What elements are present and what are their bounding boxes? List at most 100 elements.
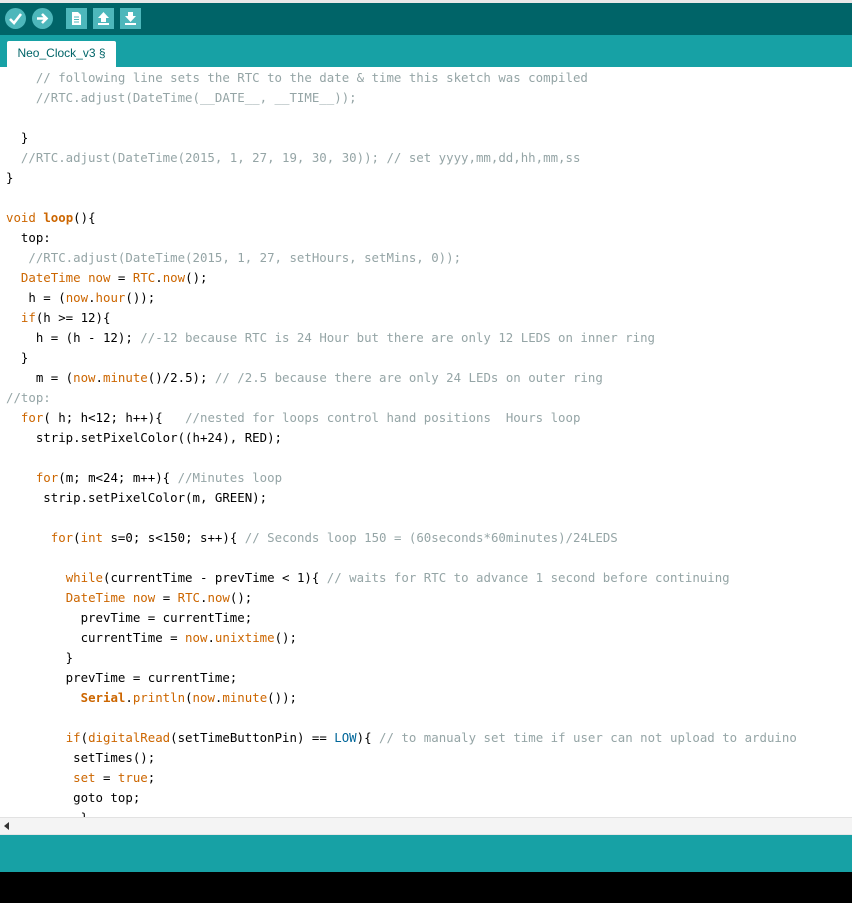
code-token: h = (: [6, 290, 66, 305]
code-token: =: [95, 770, 118, 785]
code-line: m = (now.minute()/2.5); // /2.5 because …: [6, 368, 603, 388]
code-token: .: [95, 370, 103, 385]
code-token: now: [73, 370, 96, 385]
code-token: //top:: [6, 390, 51, 405]
code-token: (: [73, 530, 81, 545]
code-token: RTC: [177, 590, 201, 605]
code-token: m = (: [6, 370, 74, 385]
code-token: now: [185, 630, 208, 645]
code-token: now: [132, 590, 156, 605]
code-line: DateTime now = RTC.now();: [6, 268, 208, 288]
code-token: now: [162, 270, 186, 285]
code-token: top:: [6, 230, 51, 245]
code-token: // Seconds loop 150 = (60seconds*60minut…: [244, 530, 618, 545]
code-line: Serial.println(now.minute());: [6, 688, 297, 708]
code-token: (: [80, 730, 89, 745]
code-token: (m; m<24; m++){: [58, 470, 178, 485]
code-line: while(currentTime - prevTime < 1){ // wa…: [6, 568, 730, 588]
arduino-ide-window: Neo_Clock_v3 § // following line sets th…: [0, 0, 852, 903]
upload-button[interactable]: [32, 8, 53, 29]
code-token: .: [155, 270, 163, 285]
code-token: LOW: [334, 730, 357, 745]
new-button[interactable]: [66, 8, 87, 29]
code-line: //top:: [6, 388, 51, 408]
code-line: //RTC.adjust(DateTime(__DATE__, __TIME__…: [6, 88, 357, 108]
code-editor[interactable]: // following line sets the RTC to the da…: [0, 67, 852, 817]
code-token: (currentTime - prevTime < 1){: [103, 570, 327, 585]
code-token: prevTime = currentTime;: [6, 610, 253, 625]
code-line: currentTime = now.unixtime();: [6, 628, 297, 648]
code-token: ;: [147, 770, 156, 785]
code-token: }: [6, 170, 14, 185]
code-token: //RTC.adjust(DateTime(__DATE__, __TIME__…: [6, 90, 357, 105]
code-token: unixtime: [214, 630, 275, 645]
code-line: strip.setPixelColor((h+24), RED);: [6, 428, 282, 448]
code-line: setTimes();: [6, 748, 155, 768]
code-token: for: [35, 470, 59, 485]
save-icon: [125, 12, 136, 25]
code-token: int: [80, 530, 104, 545]
code-line: //RTC.adjust(DateTime(2015, 1, 27, 19, 3…: [6, 148, 581, 168]
code-token: while: [65, 570, 103, 585]
code-token: //Minutes loop: [177, 470, 283, 485]
code-line: //RTC.adjust(DateTime(2015, 1, 27, setHo…: [6, 248, 461, 268]
code-token: (){: [73, 210, 96, 225]
code-token: (: [185, 690, 193, 705]
code-token: if: [65, 730, 81, 745]
code-line: }: [6, 648, 73, 668]
chevron-left-icon[interactable]: [4, 822, 9, 830]
code-token: // following line sets the RTC to the da…: [6, 70, 588, 85]
tab-neo-clock[interactable]: Neo_Clock_v3 §: [7, 41, 116, 67]
code-token: set: [73, 770, 96, 785]
code-line: void loop(){: [6, 208, 96, 228]
code-line: if(digitalRead(setTimeButtonPin) == LOW)…: [6, 728, 797, 748]
code-token: DateTime: [20, 270, 81, 285]
code-line: for(m; m<24; m++){ //Minutes loop: [6, 468, 282, 488]
open-button[interactable]: [93, 8, 114, 29]
code-token: //-12 because RTC is 24 Hour but there a…: [140, 330, 656, 345]
code-token: ( h; h<12; h++){: [43, 410, 186, 425]
horizontal-scrollbar[interactable]: [0, 817, 852, 835]
code-token: // waits for RTC to advance 1 second bef…: [326, 570, 730, 585]
status-bar: [0, 834, 852, 873]
code-token: //RTC.adjust(DateTime(2015, 1, 27, 19, 3…: [6, 150, 581, 165]
code-token: }: [6, 130, 29, 145]
code-token: goto top;: [6, 790, 141, 805]
code-token: Serial: [80, 690, 126, 705]
code-token: //RTC.adjust(DateTime(2015, 1, 27, setHo…: [6, 250, 462, 265]
save-button[interactable]: [120, 8, 141, 29]
verify-icon: [9, 13, 23, 25]
code-token: ){: [356, 730, 380, 745]
code-line: }: [6, 808, 88, 817]
code-line: DateTime now = RTC.now();: [6, 588, 253, 608]
code-token: true: [117, 770, 148, 785]
code-token: .: [88, 290, 96, 305]
tab-bar: Neo_Clock_v3 §: [0, 35, 852, 67]
code-line: }: [6, 348, 28, 368]
upload-icon: [37, 13, 49, 24]
code-token: currentTime =: [6, 630, 186, 645]
code-token: ();: [274, 630, 297, 645]
code-token: if: [20, 310, 36, 325]
code-token: for: [50, 530, 74, 545]
code-token: }: [6, 650, 74, 665]
code-token: // /2.5 because there are only 24 LEDs o…: [214, 370, 603, 385]
code-line: strip.setPixelColor(m, GREEN);: [6, 488, 267, 508]
code-token: // to manualy set time if user can not u…: [379, 730, 797, 745]
code-token: prevTime = currentTime;: [6, 670, 238, 685]
code-token: ();: [185, 270, 208, 285]
verify-button[interactable]: [5, 8, 26, 29]
code-line: prevTime = currentTime;: [6, 668, 238, 688]
code-token: h = (h - 12);: [6, 330, 141, 345]
code-token: s=0; s<150; s++){: [103, 530, 245, 545]
